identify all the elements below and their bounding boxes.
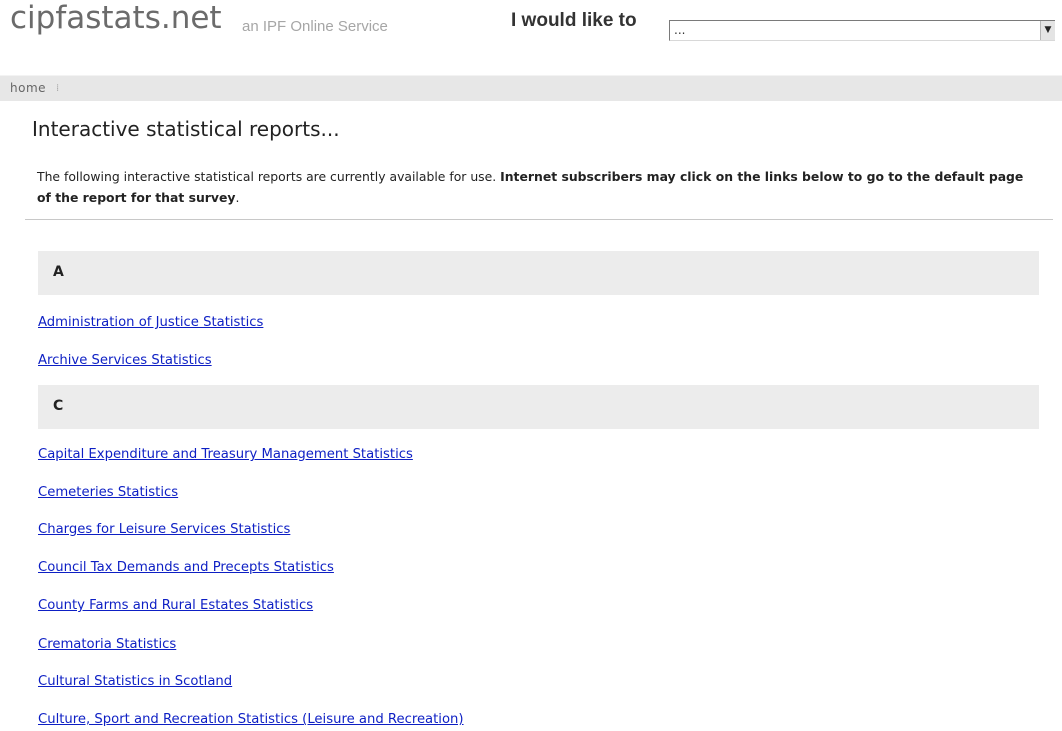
breadcrumb: home ⁞ [0, 75, 1062, 101]
site-logo[interactable]: cipfastats.net [10, 0, 222, 36]
report-link-charges-for-leisure[interactable]: Charges for Leisure Services Statistics [38, 521, 290, 538]
site-header: cipfastats.net an IPF Online Service I w… [0, 0, 1062, 66]
report-link-administration-of-justice[interactable]: Administration of Justice Statistics [38, 314, 263, 331]
section-letter: A [53, 264, 64, 280]
breadcrumb-home-link[interactable]: home [10, 81, 46, 96]
section-letter: C [53, 398, 64, 414]
breadcrumb-separator: ⁞ [56, 83, 60, 94]
action-select-value: ... [674, 23, 686, 37]
chevron-down-icon[interactable]: ▼ [1040, 21, 1055, 40]
section-divider [25, 219, 1053, 220]
report-link-cultural-scotland[interactable]: Cultural Statistics in Scotland [38, 673, 232, 690]
site-tagline: an IPF Online Service [242, 18, 388, 35]
section-header-c: C [38, 385, 1039, 429]
intro-normal-text: The following interactive statistical re… [37, 169, 501, 184]
report-link-crematoria[interactable]: Crematoria Statistics [38, 636, 176, 653]
action-select[interactable]: ... ▼ [669, 20, 1055, 41]
intro-text: The following interactive statistical re… [37, 166, 1037, 208]
intro-end-text: . [235, 190, 240, 205]
section-header-a: A [38, 251, 1039, 295]
report-link-cemeteries[interactable]: Cemeteries Statistics [38, 484, 178, 501]
report-link-capital-expenditure[interactable]: Capital Expenditure and Treasury Managem… [38, 446, 413, 463]
report-link-council-tax[interactable]: Council Tax Demands and Precepts Statist… [38, 559, 334, 576]
action-label: I would like to [511, 10, 637, 31]
report-link-archive-services[interactable]: Archive Services Statistics [38, 352, 212, 369]
report-link-county-farms[interactable]: County Farms and Rural Estates Statistic… [38, 597, 313, 614]
report-link-culture-sport-recreation[interactable]: Culture, Sport and Recreation Statistics… [38, 711, 464, 728]
page-title: Interactive statistical reports... [32, 117, 340, 141]
